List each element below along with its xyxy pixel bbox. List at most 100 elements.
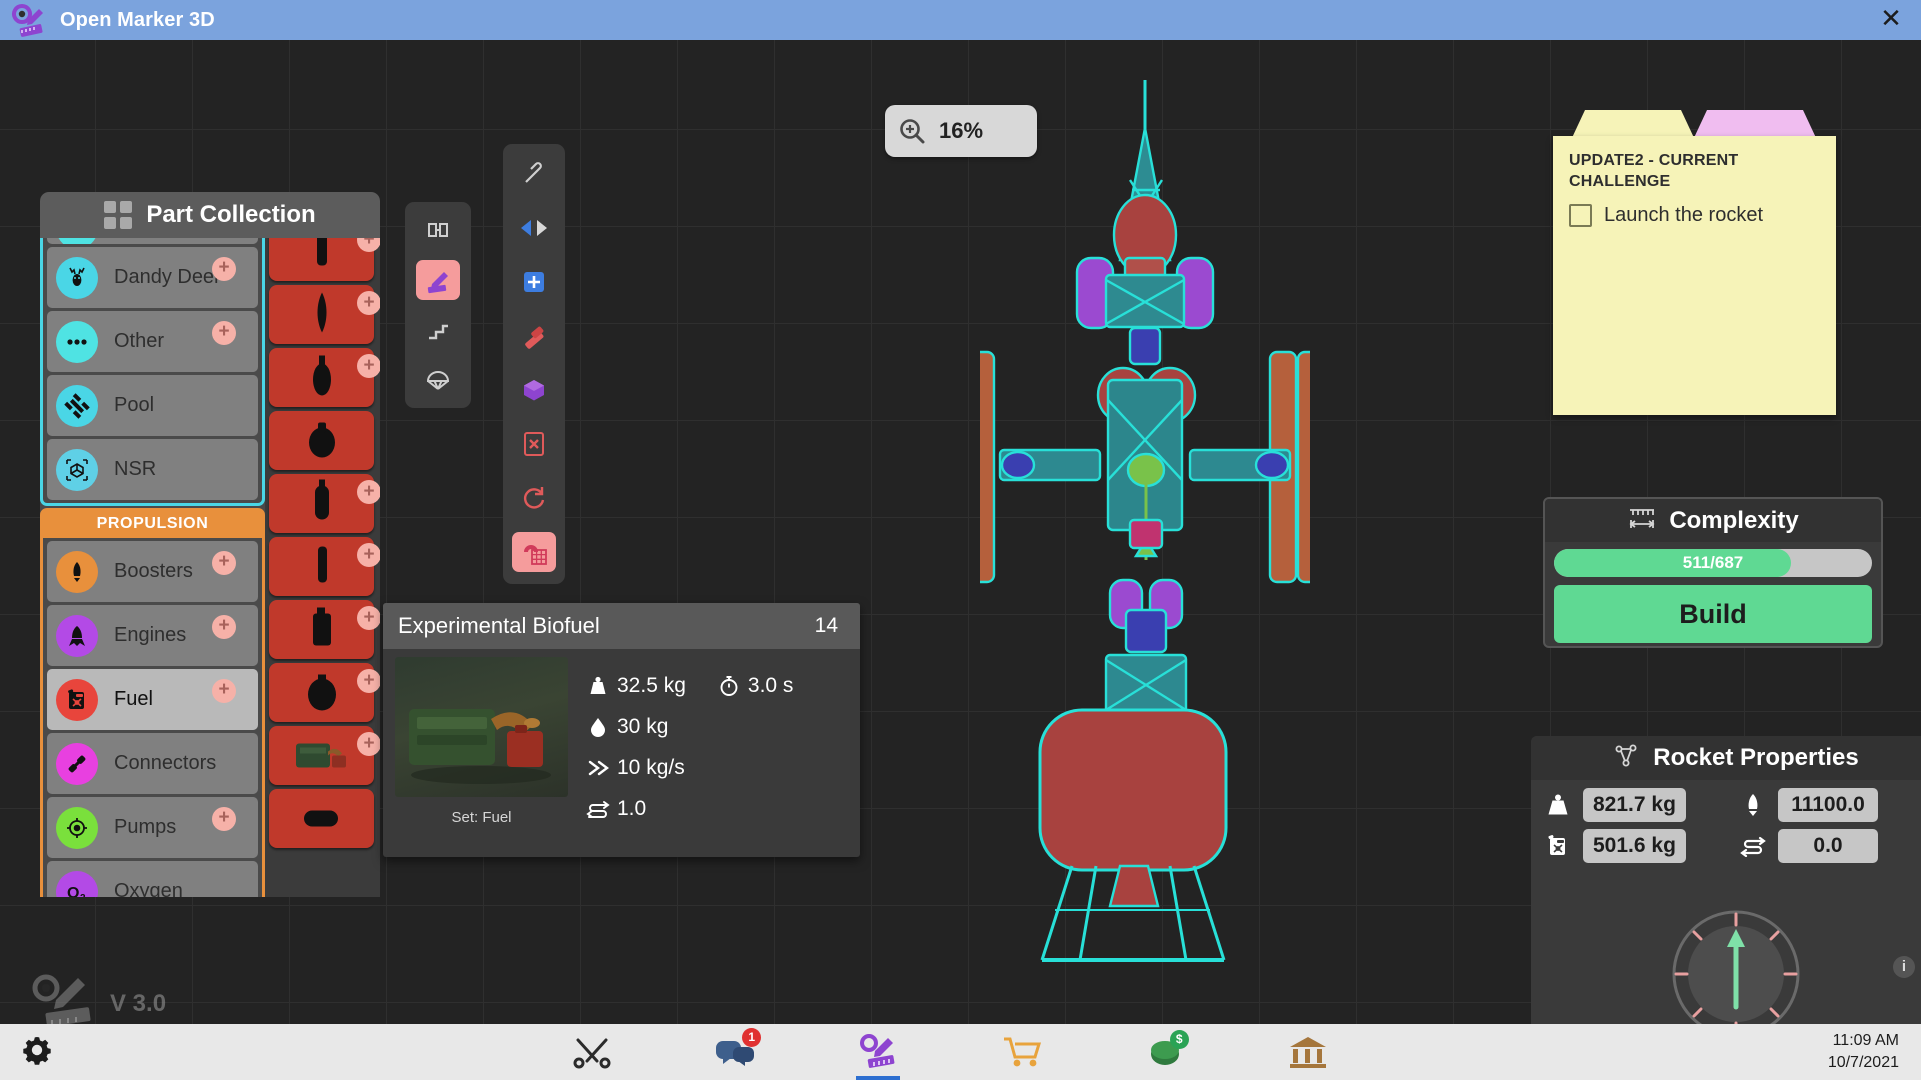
sidebar-item-dandy-deer[interactable]: Dandy Deer +	[47, 247, 258, 308]
knot-icon	[56, 385, 98, 427]
add-part-button[interactable]: +	[357, 354, 380, 378]
add-category-button[interactable]: +	[212, 679, 236, 703]
nodes-icon	[1613, 742, 1641, 775]
add-part-button[interactable]: +	[357, 291, 380, 315]
build-button[interactable]: Build	[1554, 585, 1872, 643]
zoom-in-icon[interactable]	[885, 116, 939, 146]
chat-icon[interactable]: 1	[703, 1024, 767, 1080]
booster-icon	[56, 551, 98, 593]
bottom-bar-items: 1	[540, 1024, 1360, 1080]
part-info-body: Set: Fuel 32.5 kg	[383, 649, 860, 857]
title-bar: Open Marker 3D ✕	[0, 0, 1921, 40]
rocket-icon	[1736, 792, 1770, 818]
app-logo-icon	[8, 0, 48, 40]
parachute-icon[interactable]	[416, 360, 460, 400]
move-arrows-icon[interactable]	[416, 210, 460, 250]
bank-icon[interactable]	[1276, 1024, 1340, 1080]
part-cell[interactable]: +	[269, 348, 374, 407]
add-part-button[interactable]: +	[357, 238, 380, 252]
tools-icon[interactable]	[560, 1024, 624, 1080]
complexity-header: Complexity	[1545, 499, 1881, 542]
cart-icon[interactable]	[990, 1024, 1054, 1080]
zoom-control[interactable]: 16%	[885, 105, 1037, 157]
jerrycan-icon	[56, 679, 98, 721]
jerrycan-icon	[1541, 833, 1575, 859]
cube-icon[interactable]	[512, 370, 556, 410]
category-label: Other	[114, 330, 164, 353]
sidebar-item-pumps[interactable]: Pumps +	[47, 797, 258, 858]
complexity-panel: Complexity 511/687 Build	[1543, 497, 1883, 648]
part-cell-selected[interactable]: +	[269, 726, 374, 785]
primary-tool-strip[interactable]	[503, 144, 565, 584]
delete-file-icon[interactable]	[512, 424, 556, 464]
mirror-arrows-icon[interactable]	[512, 208, 556, 248]
add-category-button[interactable]: +	[212, 257, 236, 281]
add-category-button[interactable]: +	[212, 321, 236, 345]
close-icon[interactable]: ✕	[1879, 8, 1903, 32]
add-category-button[interactable]: +	[212, 551, 236, 575]
add-part-button[interactable]: +	[357, 606, 380, 630]
stat-row: 10 kg/s	[581, 747, 860, 788]
magnet-grid-icon[interactable]	[512, 532, 556, 572]
rotate-icon[interactable]	[512, 478, 556, 518]
add-part-button[interactable]: +	[357, 480, 380, 504]
part-thumbnail-column[interactable]: + + + + +	[265, 238, 380, 897]
sidebar-item-pool[interactable]: Pool	[47, 375, 258, 436]
property-drag: 0.0	[1736, 829, 1921, 863]
part-collection-panel: Part Collection Dan	[40, 192, 380, 897]
add-category-button[interactable]: +	[212, 807, 236, 831]
part-cell[interactable]	[269, 789, 374, 848]
sidebar-item-engines[interactable]: Engines +	[47, 605, 258, 666]
jerrycan-photo-icon	[294, 733, 350, 778]
add-part-button[interactable]: +	[357, 732, 380, 756]
connector-icon	[56, 743, 98, 785]
stairs-icon[interactable]	[416, 310, 460, 350]
marker-icon[interactable]	[846, 1024, 910, 1080]
part-cell[interactable]	[269, 411, 374, 470]
add-category-button[interactable]: +	[212, 615, 236, 639]
gear-icon[interactable]	[20, 1033, 54, 1072]
orientation-dial[interactable]	[1661, 899, 1811, 1036]
part-cell[interactable]: +	[269, 238, 374, 281]
tank-block-icon	[309, 605, 335, 654]
category-row-partial[interactable]	[47, 238, 258, 244]
eraser-icon[interactable]	[512, 316, 556, 356]
part-cell[interactable]: +	[269, 474, 374, 533]
stat-value: 32.5 kg	[617, 674, 686, 698]
sidebar-item-other[interactable]: Other +	[47, 311, 258, 372]
flow-rate-icon	[581, 757, 615, 779]
pencil-ruler-icon[interactable]	[416, 260, 460, 300]
add-part-button[interactable]: +	[357, 543, 380, 567]
add-box-icon[interactable]	[512, 262, 556, 302]
category-label: NSR	[114, 458, 156, 481]
part-info-header: Experimental Biofuel 14	[383, 603, 860, 649]
svg-text:O: O	[67, 885, 79, 898]
rocket-model[interactable]	[980, 80, 1310, 1055]
build-canvas[interactable]: 16% Part Collection	[0, 40, 1921, 1040]
sidebar-item-oxygen[interactable]: O 2 Oxygen	[47, 861, 258, 897]
sidebar-item-boosters[interactable]: Boosters +	[47, 541, 258, 602]
rocket-properties-panel: Rocket Properties 821.7 kg 11100.0	[1531, 736, 1921, 1036]
sidebar-item-connectors[interactable]: Connectors	[47, 733, 258, 794]
oxygen-icon: O 2	[56, 871, 98, 898]
stat-row: 32.5 kg 3.0 s	[581, 665, 860, 706]
eyedropper-icon[interactable]	[512, 154, 556, 194]
category-list[interactable]: Dandy Deer + Other +	[40, 238, 265, 897]
sidebar-item-fuel[interactable]: Fuel +	[47, 669, 258, 730]
category-label: Oxygen	[114, 880, 183, 897]
secondary-tool-strip[interactable]	[405, 202, 471, 408]
add-part-button[interactable]: +	[357, 669, 380, 693]
pump-icon	[56, 807, 98, 849]
money-icon[interactable]: $	[1133, 1024, 1197, 1080]
part-cell[interactable]: +	[269, 600, 374, 659]
info-button[interactable]: i	[1893, 956, 1915, 978]
sidebar-item-nsr[interactable]: NSR	[47, 439, 258, 500]
part-cell[interactable]: +	[269, 285, 374, 344]
complexity-title: Complexity	[1669, 507, 1798, 535]
window-title: Open Marker 3D	[60, 9, 215, 32]
note-task-item[interactable]: Launch the rocket	[1569, 204, 1820, 227]
challenge-note-card[interactable]: UPDATE2 - CURRENT CHALLENGE Launch the r…	[1553, 110, 1836, 415]
part-cell[interactable]: +	[269, 537, 374, 596]
task-checkbox[interactable]	[1569, 204, 1592, 227]
part-cell[interactable]: +	[269, 663, 374, 722]
